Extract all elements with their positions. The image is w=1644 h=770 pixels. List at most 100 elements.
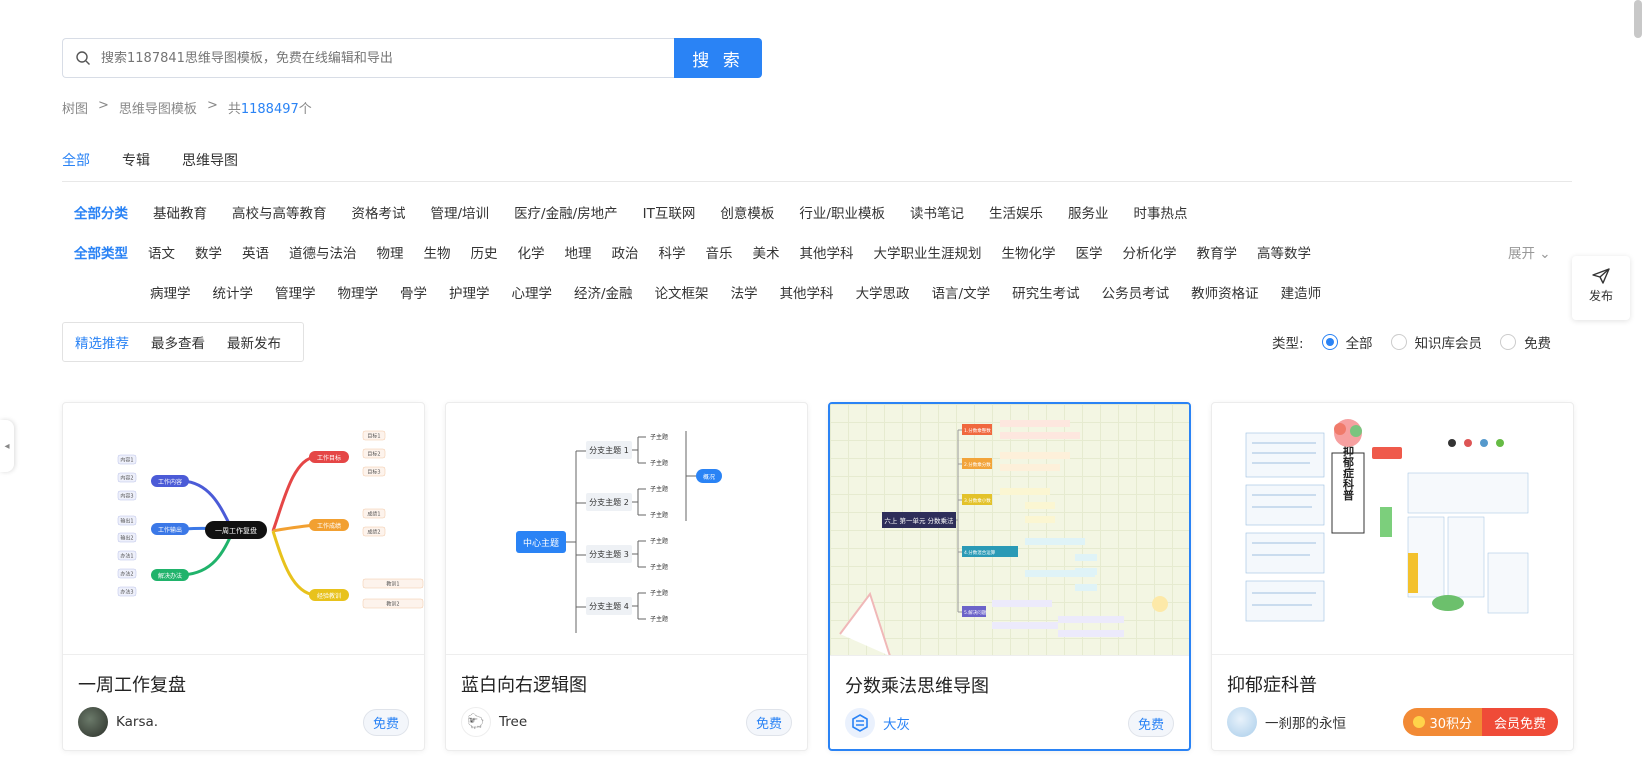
- type-item[interactable]: 科学: [659, 242, 686, 262]
- type-item[interactable]: 生物: [424, 242, 451, 262]
- type-item[interactable]: 建造师: [1281, 282, 1322, 302]
- template-title[interactable]: 分数乘法思维导图: [845, 672, 1189, 698]
- sort-featured[interactable]: 精选推荐: [75, 332, 129, 352]
- type-item[interactable]: 历史: [471, 242, 498, 262]
- type-item[interactable]: 分析化学: [1123, 242, 1177, 262]
- thumb-center: 六上 第一单元 分数乘法: [884, 516, 954, 525]
- radio-all[interactable]: [1321, 334, 1338, 350]
- type-item[interactable]: 大学思政: [856, 282, 910, 302]
- thumb-item: 3.分数乘小数: [964, 497, 991, 504]
- category-item[interactable]: 资格考试: [352, 202, 406, 222]
- thumb-leaf: 办法1: [120, 553, 133, 560]
- template-title[interactable]: 一周工作复盘: [78, 671, 424, 697]
- category-filter: 全部分类 基础教育 高校与高等教育 资格考试 管理/培训 医疗/金融/房地产 I…: [74, 202, 1187, 222]
- publish-button[interactable]: 发布: [1572, 256, 1630, 320]
- search-field[interactable]: [62, 38, 674, 78]
- category-item[interactable]: 高校与高等教育: [232, 202, 327, 222]
- type-item[interactable]: 大学职业生涯规划: [874, 242, 982, 262]
- type-item[interactable]: 高等数学: [1257, 242, 1311, 262]
- author[interactable]: 大灰: [845, 708, 1128, 738]
- category-all[interactable]: 全部分类: [74, 202, 128, 222]
- template-thumbnail[interactable]: 一周工作复盘 工作内容 工作输出 解决办法 工作目标 工作成绩 经验教训 内容1…: [63, 403, 424, 655]
- type-item[interactable]: 英语: [242, 242, 269, 262]
- search-button[interactable]: 搜 索: [674, 38, 762, 78]
- template-card[interactable]: 中心主题 分支主题 1 分支主题 2 分支主题 3 分支主题 4 子主题 子主题…: [445, 402, 808, 751]
- search-input[interactable]: [101, 50, 674, 66]
- type-all[interactable]: 全部类型: [74, 242, 128, 262]
- type-item[interactable]: 数学: [195, 242, 222, 262]
- type-item[interactable]: 论文框架: [655, 282, 709, 302]
- category-item[interactable]: 医疗/金融/房地产: [514, 202, 618, 222]
- category-item[interactable]: IT互联网: [643, 202, 696, 222]
- template-title[interactable]: 蓝白向右逻辑图: [461, 671, 807, 697]
- type-item[interactable]: 音乐: [706, 242, 733, 262]
- type-item[interactable]: 统计学: [213, 282, 254, 302]
- category-item[interactable]: 服务业: [1068, 202, 1109, 222]
- free-badge: 免费: [362, 708, 409, 736]
- type-item[interactable]: 医学: [1076, 242, 1103, 262]
- type-item[interactable]: 其他学科: [800, 242, 854, 262]
- type-item[interactable]: 物理学: [338, 282, 379, 302]
- sort-newest[interactable]: 最新发布: [227, 332, 281, 352]
- type-item[interactable]: 美术: [753, 242, 780, 262]
- author[interactable]: 🐑 Tree: [461, 707, 746, 737]
- publish-label: 发布: [1588, 289, 1613, 303]
- expand-button[interactable]: 展开 ⌄: [1508, 242, 1551, 262]
- category-item[interactable]: 行业/职业模板: [799, 202, 885, 222]
- type-item[interactable]: 地理: [565, 242, 592, 262]
- type-item[interactable]: 语言/文学: [932, 282, 991, 302]
- radio-label[interactable]: 知识库会员: [1415, 332, 1483, 352]
- tab-all[interactable]: 全部: [62, 150, 90, 170]
- template-card[interactable]: 六上 第一单元 分数乘法 1.分数乘整数 2.分数乘分数 3.分数乘小数 4.分…: [828, 402, 1191, 751]
- type-item[interactable]: 经济/金融: [574, 282, 633, 302]
- category-item[interactable]: 管理/培训: [431, 202, 490, 222]
- thumb-leaf: 成绩1: [367, 511, 380, 518]
- type-item[interactable]: 道德与法治: [289, 242, 357, 262]
- template-thumbnail[interactable]: 六上 第一单元 分数乘法 1.分数乘整数 2.分数乘分数 3.分数乘小数 4.分…: [830, 404, 1189, 656]
- thumb-sub: 子主题: [650, 589, 668, 597]
- type-item[interactable]: 语文: [148, 242, 175, 262]
- type-item[interactable]: 管理学: [275, 282, 316, 302]
- category-item[interactable]: 读书笔记: [910, 202, 964, 222]
- breadcrumb-home[interactable]: 树图: [62, 98, 88, 117]
- radio-member[interactable]: [1390, 334, 1407, 350]
- template-card[interactable]: 一周工作复盘 工作内容 工作输出 解决办法 工作目标 工作成绩 经验教训 内容1…: [62, 402, 425, 751]
- type-item[interactable]: 教师资格证: [1191, 282, 1259, 302]
- author[interactable]: 一刹那的永恒: [1227, 707, 1403, 737]
- type-item[interactable]: 生物化学: [1002, 242, 1056, 262]
- collapse-side-tab[interactable]: ◂: [0, 420, 14, 472]
- type-item[interactable]: 化学: [518, 242, 545, 262]
- sort-most-viewed[interactable]: 最多查看: [151, 332, 205, 352]
- card-meta: 大灰 免费: [845, 708, 1174, 738]
- author[interactable]: Karsa.: [78, 707, 363, 737]
- thumb-banner: 抑郁症科普: [1342, 444, 1356, 501]
- type-item[interactable]: 病理学: [150, 282, 191, 302]
- points-price: 30积分: [1403, 708, 1482, 736]
- type-item[interactable]: 政治: [612, 242, 639, 262]
- type-item[interactable]: 法学: [731, 282, 758, 302]
- radio-label[interactable]: 全部: [1346, 332, 1373, 352]
- type-item[interactable]: 护理学: [449, 282, 490, 302]
- sheep-avatar-icon: 🐑: [461, 707, 491, 737]
- template-title[interactable]: 抑郁症科普: [1227, 671, 1573, 697]
- type-item[interactable]: 其他学科: [780, 282, 834, 302]
- type-item[interactable]: 心理学: [512, 282, 553, 302]
- type-item[interactable]: 研究生考试: [1012, 282, 1080, 302]
- template-thumbnail[interactable]: 抑郁症科普: [1212, 403, 1573, 655]
- type-item[interactable]: 教育学: [1197, 242, 1238, 262]
- category-item[interactable]: 生活娱乐: [989, 202, 1043, 222]
- tab-mindmaps[interactable]: 思维导图: [182, 150, 238, 170]
- template-thumbnail[interactable]: 中心主题 分支主题 1 分支主题 2 分支主题 3 分支主题 4 子主题 子主题…: [446, 403, 807, 655]
- template-card[interactable]: 抑郁症科普 抑郁症科普 一刹那的永恒 30积分 会员免费: [1211, 402, 1574, 751]
- category-item[interactable]: 基础教育: [153, 202, 207, 222]
- category-item[interactable]: 创意模板: [720, 202, 774, 222]
- type-item[interactable]: 物理: [377, 242, 404, 262]
- breadcrumb-section[interactable]: 思维导图模板: [119, 98, 197, 117]
- radio-free[interactable]: [1500, 334, 1517, 350]
- tab-albums[interactable]: 专辑: [122, 150, 150, 170]
- type-item[interactable]: 骨学: [400, 282, 427, 302]
- type-item[interactable]: 公务员考试: [1102, 282, 1170, 302]
- category-item[interactable]: 时事热点: [1133, 202, 1187, 222]
- page-scrollbar[interactable]: [1634, 0, 1642, 38]
- radio-label[interactable]: 免费: [1524, 332, 1551, 352]
